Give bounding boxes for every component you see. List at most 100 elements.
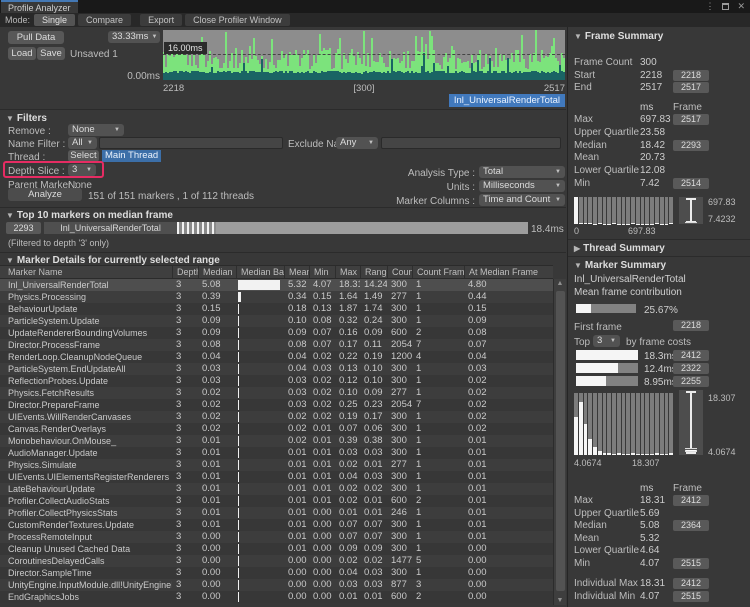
scroll-up-icon[interactable]: ▲ bbox=[554, 280, 566, 287]
foldout-icon[interactable]: ▼ bbox=[574, 32, 582, 41]
column-header-at-median-frame[interactable]: At Median Frame bbox=[464, 266, 553, 278]
table-row[interactable]: EndGraphicsJobs30.000.000.000.010.016002… bbox=[0, 591, 553, 603]
column-header-min[interactable]: Min bbox=[309, 266, 335, 278]
filters-header[interactable]: ▼Filters bbox=[6, 113, 47, 124]
top10-frame-button[interactable]: 2293 bbox=[6, 222, 41, 234]
foldout-icon[interactable]: ▼ bbox=[6, 256, 14, 265]
table-row[interactable]: Canvas.RenderOverlays30.020.020.010.070.… bbox=[0, 423, 553, 435]
top-n-dropdown[interactable]: 3▼ bbox=[593, 335, 620, 347]
analyze-button[interactable]: Analyze bbox=[8, 188, 82, 201]
frame-jump-button[interactable]: 2322 bbox=[673, 363, 709, 374]
column-header-depth[interactable]: Depth bbox=[172, 266, 198, 278]
close-profiler-window-button[interactable]: Close Profiler Window bbox=[185, 14, 290, 26]
table-row[interactable]: Physics.FetchResults30.020.030.020.100.0… bbox=[0, 387, 553, 399]
top10-marker-bar[interactable]: Inl_UniversalRenderTotal bbox=[44, 222, 528, 234]
frame-scale-dropdown[interactable]: 33.33ms▼ bbox=[108, 31, 160, 43]
analysis-type-dropdown[interactable]: Total▼ bbox=[479, 166, 565, 178]
scrollbar-thumb[interactable] bbox=[556, 291, 565, 591]
scroll-down-icon[interactable]: ▼ bbox=[554, 597, 566, 604]
table-row[interactable]: CustomRenderTextures.Update30.010.010.00… bbox=[0, 519, 553, 531]
frame-jump-button[interactable]: 2412 bbox=[673, 578, 709, 589]
name-filter-mode-dropdown[interactable]: All▼ bbox=[68, 137, 97, 149]
thread-value-chip[interactable]: Main Thread bbox=[102, 150, 161, 162]
table-row[interactable]: Profiler.CollectAudioStats30.010.010.010… bbox=[0, 495, 553, 507]
table-row[interactable]: Director.ProcessFrame30.080.080.070.170.… bbox=[0, 339, 553, 351]
table-row[interactable]: RenderLoop.CleanupNodeQueue30.040.040.02… bbox=[0, 351, 553, 363]
frame-summary-histogram[interactable] bbox=[574, 197, 673, 224]
top10-selected-segment[interactable]: Inl_UniversalRenderTotal bbox=[44, 222, 177, 234]
column-header-max[interactable]: Max bbox=[335, 266, 360, 278]
table-row[interactable]: ParticleSystem.Update30.090.100.080.320.… bbox=[0, 315, 553, 327]
table-row[interactable]: UIEvents.WillRenderCanvases30.020.020.02… bbox=[0, 411, 553, 423]
table-row[interactable]: Physics.Processing30.390.340.151.641.492… bbox=[0, 291, 553, 303]
frame-jump-button[interactable]: 2412 bbox=[673, 495, 709, 506]
table-row[interactable]: LateBehaviourUpdate30.010.010.010.020.02… bbox=[0, 483, 553, 495]
mode-single-button[interactable]: Single bbox=[34, 14, 75, 26]
selected-marker-chart-label[interactable]: Inl_UniversalRenderTotal bbox=[449, 94, 565, 107]
pull-data-button[interactable]: Pull Data bbox=[8, 31, 64, 44]
frame-time-chart[interactable]: 16.00ms bbox=[163, 30, 565, 80]
frame-jump-button[interactable]: 2517 bbox=[673, 114, 709, 125]
frame-jump-button[interactable]: 2255 bbox=[673, 376, 709, 387]
table-row[interactable]: CoroutinesDelayedCalls30.000.000.000.020… bbox=[0, 555, 553, 567]
table-row[interactable]: Director.SampleTime30.000.000.000.040.03… bbox=[0, 567, 553, 579]
column-header-count[interactable]: Count bbox=[387, 266, 412, 278]
name-filter-input[interactable] bbox=[99, 137, 283, 149]
frame-jump-button[interactable]: 2412 bbox=[673, 350, 709, 361]
table-row[interactable]: Inl_UniversalRenderTotal35.085.324.0718.… bbox=[0, 279, 553, 291]
table-row[interactable]: Monobehaviour.OnMouse_30.010.020.010.390… bbox=[0, 435, 553, 447]
mode-compare-button[interactable]: Compare bbox=[78, 14, 131, 26]
column-header-mean[interactable]: Mean bbox=[284, 266, 309, 278]
table-row[interactable]: ProcessRemoteInput30.000.010.000.070.073… bbox=[0, 531, 553, 543]
frame-jump-button[interactable]: 2515 bbox=[673, 591, 709, 602]
frame-jump-button[interactable]: 2293 bbox=[673, 140, 709, 151]
foldout-icon[interactable]: ▼ bbox=[574, 261, 582, 270]
exclude-names-input[interactable] bbox=[381, 137, 561, 149]
table-row[interactable]: Director.PrepareFrame30.020.030.020.250.… bbox=[0, 399, 553, 411]
frame-jump-button[interactable]: 2517 bbox=[673, 82, 709, 93]
depth-slice-dropdown[interactable]: 3▼ bbox=[68, 164, 96, 176]
column-header-median-bar[interactable]: Median Bar bbox=[236, 266, 284, 278]
tab-profile-analyzer[interactable]: Profile Analyzer bbox=[1, 0, 78, 13]
frame-jump-button[interactable]: 2515 bbox=[673, 558, 709, 569]
units-dropdown[interactable]: Milliseconds▼ bbox=[479, 180, 565, 192]
save-button[interactable]: Save bbox=[37, 47, 65, 60]
table-row[interactable]: Cleanup Unused Cached Data30.000.010.000… bbox=[0, 543, 553, 555]
table-row[interactable]: Physics.Simulate30.010.010.010.020.01277… bbox=[0, 459, 553, 471]
table-row[interactable]: UpdateRendererBoundingVolumes30.090.090.… bbox=[0, 327, 553, 339]
frame-jump-button[interactable]: 2218 bbox=[673, 320, 709, 331]
table-row[interactable]: ReflectionProbes.Update30.030.030.020.12… bbox=[0, 375, 553, 387]
marker-summary-header[interactable]: ▼Marker Summary bbox=[574, 260, 666, 271]
thread-select-button[interactable]: Select bbox=[68, 150, 99, 162]
load-button[interactable]: Load bbox=[8, 47, 36, 60]
foldout-icon[interactable]: ▼ bbox=[6, 211, 14, 220]
column-header-median[interactable]: Median bbox=[198, 266, 236, 278]
foldout-icon[interactable]: ▶ bbox=[574, 244, 580, 253]
marker-summary-histogram[interactable] bbox=[574, 393, 673, 455]
close-icon[interactable]: ✕ bbox=[737, 1, 745, 12]
column-header-marker-name[interactable]: Marker Name bbox=[0, 266, 172, 278]
table-row[interactable]: AudioManager.Update30.010.010.010.030.03… bbox=[0, 447, 553, 459]
table-header-row[interactable]: Marker NameDepthMedianMedian BarMeanMinM… bbox=[0, 265, 553, 279]
frame-jump-button[interactable]: 2218 bbox=[673, 70, 709, 81]
column-header-range[interactable]: Range bbox=[360, 266, 387, 278]
thread-summary-header[interactable]: ▶Thread Summary bbox=[574, 243, 665, 254]
exclude-mode-dropdown[interactable]: Any▼ bbox=[336, 137, 378, 149]
frame-jump-button[interactable]: 2364 bbox=[673, 520, 709, 531]
frame-jump-button[interactable]: 2514 bbox=[673, 178, 709, 189]
export-button[interactable]: Export bbox=[140, 14, 182, 26]
foldout-icon[interactable]: ▼ bbox=[6, 114, 14, 123]
column-header-count-frame[interactable]: Count Frame bbox=[412, 266, 464, 278]
table-scrollbar[interactable]: ▲ ▼ bbox=[553, 279, 566, 605]
table-row[interactable]: ParticleSystem.EndUpdateAll30.030.040.03… bbox=[0, 363, 553, 375]
remove-dropdown[interactable]: None▼ bbox=[68, 124, 124, 136]
table-row[interactable]: Profiler.CollectPhysicsStats30.010.010.0… bbox=[0, 507, 553, 519]
table-row[interactable]: UIEvents.UIElementsRegisterRenderers30.0… bbox=[0, 471, 553, 483]
table-row[interactable]: BehaviourUpdate30.150.180.131.871.743001… bbox=[0, 303, 553, 315]
maximize-icon[interactable] bbox=[722, 3, 729, 10]
kebab-menu-icon[interactable]: ⋮ bbox=[705, 1, 714, 12]
frame-summary-header[interactable]: ▼Frame Summary bbox=[574, 31, 663, 42]
table-row[interactable]: UnityEngine.InputModule.dll!UnityEngineI… bbox=[0, 579, 553, 591]
marker-columns-dropdown[interactable]: Time and Count▼ bbox=[479, 194, 565, 206]
top10-header[interactable]: ▼Top 10 markers on median frame bbox=[6, 210, 173, 221]
